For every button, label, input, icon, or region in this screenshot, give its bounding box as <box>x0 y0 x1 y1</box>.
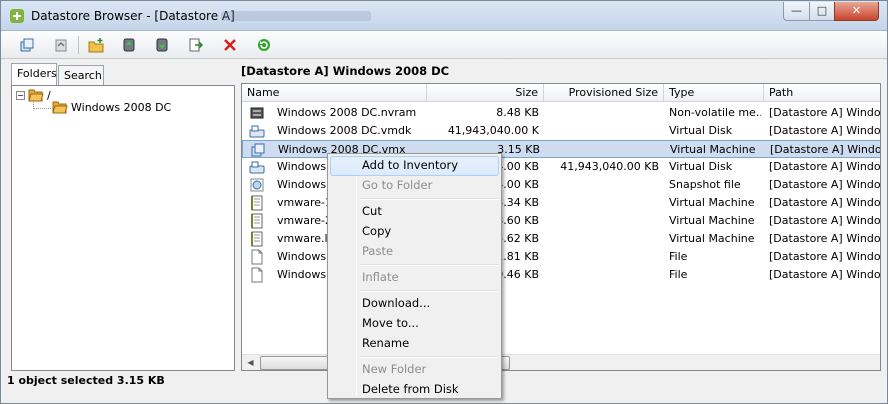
virtual-machine-icon <box>250 142 266 158</box>
menu-item-delete-from-disk[interactable]: Delete from Disk <box>330 380 499 400</box>
cell-type: File <box>669 268 688 281</box>
column-header-name[interactable]: Name <box>242 84 427 102</box>
virtual-disk-icon <box>249 159 265 175</box>
cell-provisioned-size <box>544 176 659 194</box>
cell-path: [Datastore A] Window <box>769 106 881 119</box>
move-to-icon[interactable] <box>186 35 206 55</box>
cell-path: [Datastore A] Window <box>769 196 881 209</box>
cell-provisioned-size <box>545 141 660 159</box>
cell-type: Virtual Machine <box>669 214 755 227</box>
tree-label-root: / <box>47 88 51 102</box>
toolbar <box>1 31 887 59</box>
table-row[interactable]: Windows 2008 DC.nvram 8.48 KB Non-volatile… <box>242 104 881 122</box>
minimize-button[interactable]: — <box>783 2 810 21</box>
cell-provisioned-size <box>544 266 659 284</box>
folder-open-icon <box>52 101 68 114</box>
cell-size: 8.48 KB <box>496 106 539 119</box>
cell-path: [Datastore A] Window <box>769 124 881 137</box>
menu-separator <box>360 264 498 266</box>
menu-item-rename[interactable]: Rename <box>330 334 499 354</box>
menu-separator <box>360 198 498 200</box>
maximize-button[interactable]: □ <box>809 2 835 21</box>
refresh-icon[interactable] <box>254 35 274 55</box>
close-button[interactable]: ✕ <box>834 2 879 21</box>
log-file-icon <box>249 195 265 211</box>
folder-tree: − / Windows 2008 DC <box>11 85 235 371</box>
column-header-row: Name Size Provisioned Size Type Path <box>242 84 880 102</box>
cell-provisioned-size <box>544 212 659 230</box>
menu-separator <box>360 356 498 358</box>
cell-size: 41,943,040.00 K <box>447 124 539 137</box>
browse-parent-icon[interactable] <box>51 35 71 55</box>
cell-type: Snapshot file <box>669 178 741 191</box>
folder-open-icon <box>28 89 44 102</box>
scroll-left-icon[interactable]: ◀ <box>242 355 259 370</box>
new-folder-icon[interactable] <box>86 35 106 55</box>
cell-provisioned-size <box>544 104 659 122</box>
cell-provisioned-size <box>544 230 659 248</box>
menu-item-cut[interactable]: Cut <box>330 202 499 222</box>
app-icon <box>10 9 24 23</box>
column-header-type[interactable]: Type <box>664 84 764 102</box>
tree-connector <box>33 108 51 109</box>
cell-path: [Datastore A] Window <box>770 143 881 156</box>
menu-item-paste: Paste <box>362 244 394 258</box>
title-bar[interactable]: Datastore Browser - [Datastore A] — □ ✕ <box>1 1 887 31</box>
cell-path: [Datastore A] Window <box>769 214 881 227</box>
cell-name: Windows 2008 DC.vmdk <box>277 124 412 137</box>
column-header-path[interactable]: Path <box>764 84 880 102</box>
virtual-disk-icon <box>249 123 265 139</box>
download-icon[interactable] <box>152 35 172 55</box>
menu-item-inflate: Inflate <box>362 270 399 284</box>
table-row[interactable]: Windows 2008 DC.vmdk 41,943,040.00 K Virtu… <box>242 122 881 140</box>
cell-path: [Datastore A] Window <box>769 160 881 173</box>
log-file-icon <box>249 213 265 229</box>
browse-datastore-icon[interactable] <box>17 35 37 55</box>
column-header-provisioned-size[interactable]: Provisioned Size <box>544 84 664 102</box>
current-path-label: [Datastore A] Windows 2008 DC <box>241 64 450 78</box>
cell-path: [Datastore A] Window <box>769 250 881 263</box>
menu-item-move-to[interactable]: Move to... <box>330 314 499 334</box>
datastore-browser-window: Datastore Browser - [Datastore A] — □ ✕ … <box>0 0 888 404</box>
toolbar-separator <box>78 36 79 54</box>
delete-icon[interactable] <box>220 35 240 55</box>
cell-provisioned-size <box>544 248 659 266</box>
cell-path: [Datastore A] Window <box>769 232 881 245</box>
tree-label-child: Windows 2008 DC <box>71 100 172 114</box>
nvram-file-icon <box>249 105 265 121</box>
menu-item-new-folder: New Folder <box>362 362 427 376</box>
cell-provisioned-size <box>544 122 659 140</box>
tab-search[interactable]: Search <box>58 65 104 85</box>
menu-item-copy[interactable]: Copy <box>330 222 499 242</box>
menu-item-go-to-folder: Go to Folder <box>362 178 433 192</box>
left-panel: Folders Search − / Windows 2008 DC <box>7 63 235 371</box>
snapshot-icon <box>249 177 265 193</box>
cell-type: Virtual Machine <box>669 232 755 245</box>
upload-icon[interactable] <box>119 35 139 55</box>
menu-separator <box>360 290 498 292</box>
file-icon <box>249 249 265 265</box>
cell-provisioned-size <box>544 194 659 212</box>
menu-item-download[interactable]: Download... <box>330 294 499 314</box>
collapse-icon[interactable]: − <box>16 90 25 100</box>
window-title: Datastore Browser - [Datastore A] <box>31 9 235 23</box>
cell-provisioned-size: 41,943,040.00 KB <box>560 160 659 173</box>
context-menu: Add to Inventory Go to Folder Cut Copy Paste… <box>327 153 502 399</box>
tab-folders[interactable]: Folders <box>11 63 57 85</box>
cell-path: [Datastore A] Window <box>769 268 881 281</box>
cell-type: Virtual Disk <box>669 124 733 137</box>
cell-type: Virtual Machine <box>670 143 756 156</box>
menu-item-add-to-inventory[interactable]: Add to Inventory <box>330 156 499 176</box>
tree-node-windows-2008-dc[interactable]: Windows 2008 DC <box>52 100 171 114</box>
cell-type: File <box>669 250 688 263</box>
cell-name: Windows 2008 DC.nvram <box>277 106 417 119</box>
blurred-title-region <box>221 11 371 21</box>
column-header-size[interactable]: Size <box>427 84 544 102</box>
cell-path: [Datastore A] Window <box>769 178 881 191</box>
file-icon <box>249 267 265 283</box>
cell-type: Virtual Disk <box>669 160 733 173</box>
cell-type: Virtual Machine <box>669 196 755 209</box>
log-file-icon <box>249 231 265 247</box>
cell-type: Non-volatile me... <box>669 106 761 119</box>
